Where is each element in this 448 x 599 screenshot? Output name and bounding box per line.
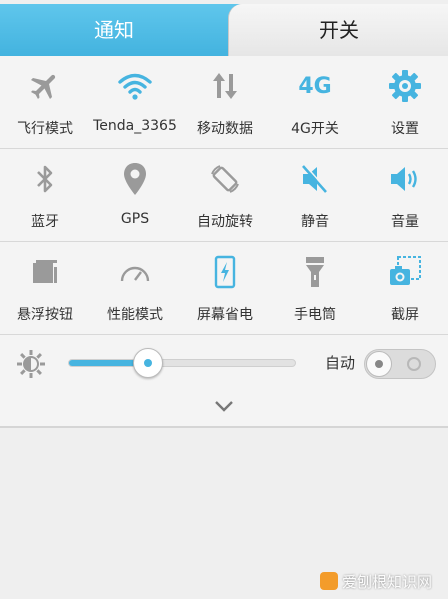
toggle-label: 性能模式 (107, 307, 163, 323)
toggle-bluetooth[interactable]: 蓝牙 (0, 149, 90, 241)
switch-off-indicator (407, 357, 421, 371)
watermark-logo-icon (320, 572, 338, 590)
toggle-label: 4G开关 (291, 121, 339, 137)
toggle-label: 自动旋转 (197, 214, 253, 230)
toggle-label: 移动数据 (197, 121, 253, 137)
toggle-row-1: 飞行模式 Tenda_3365 移动数据 4G 4G开关 设置 (0, 56, 448, 148)
location-pin-icon (90, 161, 180, 197)
auto-brightness-switch[interactable] (364, 349, 436, 379)
tab-bar: 通知 开关 (0, 0, 448, 56)
toggle-label: 悬浮按钮 (17, 307, 73, 323)
mute-icon (270, 161, 360, 197)
toggle-row-2: 蓝牙 GPS 自动旋转 静音 音量 (0, 149, 448, 241)
auto-brightness-label: 自动 (325, 354, 356, 372)
toggle-label: 手电筒 (294, 307, 336, 323)
toggle-gps[interactable]: GPS (90, 149, 180, 241)
gear-icon (360, 68, 448, 104)
toggle-mute[interactable]: 静音 (270, 149, 360, 241)
4g-icon: 4G (270, 68, 360, 104)
toggle-airplane-mode[interactable]: 飞行模式 (0, 56, 90, 148)
toggle-label: 截屏 (391, 307, 419, 323)
mobile-data-icon (180, 68, 270, 104)
toggle-label: Tenda_3365 (93, 118, 177, 134)
toggle-label: 音量 (391, 214, 419, 230)
collapse-chevron-icon[interactable] (209, 396, 239, 416)
quick-settings-panel: 飞行模式 Tenda_3365 移动数据 4G 4G开关 设置 蓝牙 GPS 自… (0, 56, 448, 428)
brightness-row: 自动 (0, 335, 448, 391)
tab-notifications[interactable]: 通知 (0, 4, 240, 56)
toggle-4g[interactable]: 4G 4G开关 (270, 56, 360, 148)
screenshot-icon (360, 254, 448, 290)
toggle-label: 屏幕省电 (197, 307, 253, 323)
tab-toggles[interactable]: 开关 (228, 4, 448, 56)
watermark-text: 爱刨根知识网 (342, 572, 433, 591)
toggle-mobile-data[interactable]: 移动数据 (180, 56, 270, 148)
toggle-auto-rotate[interactable]: 自动旋转 (180, 149, 270, 241)
toggle-wifi[interactable]: Tenda_3365 (90, 56, 180, 148)
toggle-row-3: 悬浮按钮 性能模式 屏幕省电 手电筒 截屏 (0, 242, 448, 334)
brightness-icon (16, 349, 46, 379)
auto-rotate-icon (180, 161, 270, 197)
brightness-slider[interactable] (68, 348, 296, 378)
speedometer-icon (90, 254, 180, 290)
battery-saver-icon (180, 254, 270, 290)
toggle-floating-button[interactable]: 悬浮按钮 (0, 242, 90, 334)
toggle-screen-power-saving[interactable]: 屏幕省电 (180, 242, 270, 334)
tab-toggles-label: 开关 (319, 18, 359, 42)
switch-knob (366, 351, 392, 377)
toggle-volume[interactable]: 音量 (360, 149, 448, 241)
toggle-label: 飞行模式 (17, 121, 73, 137)
toggle-screenshot[interactable]: 截屏 (360, 242, 448, 334)
4g-icon-text: 4G (298, 73, 332, 99)
watermark: 爱刨根知识网 (320, 569, 432, 593)
brightness-slider-thumb[interactable] (133, 348, 164, 378)
flashlight-icon (270, 254, 360, 290)
toggle-label: 设置 (391, 121, 419, 137)
toggle-flashlight[interactable]: 手电筒 (270, 242, 360, 334)
wifi-icon (90, 68, 180, 104)
airplane-icon (0, 68, 90, 104)
toggle-label: 静音 (301, 214, 329, 230)
toggle-label: 蓝牙 (31, 214, 59, 230)
toggle-settings[interactable]: 设置 (360, 56, 448, 148)
tab-notifications-label: 通知 (94, 18, 134, 42)
volume-icon (360, 161, 448, 197)
toggle-performance-mode[interactable]: 性能模式 (90, 242, 180, 334)
toggle-label: GPS (120, 211, 150, 227)
bluetooth-icon (0, 161, 90, 197)
floating-button-icon (0, 254, 90, 290)
